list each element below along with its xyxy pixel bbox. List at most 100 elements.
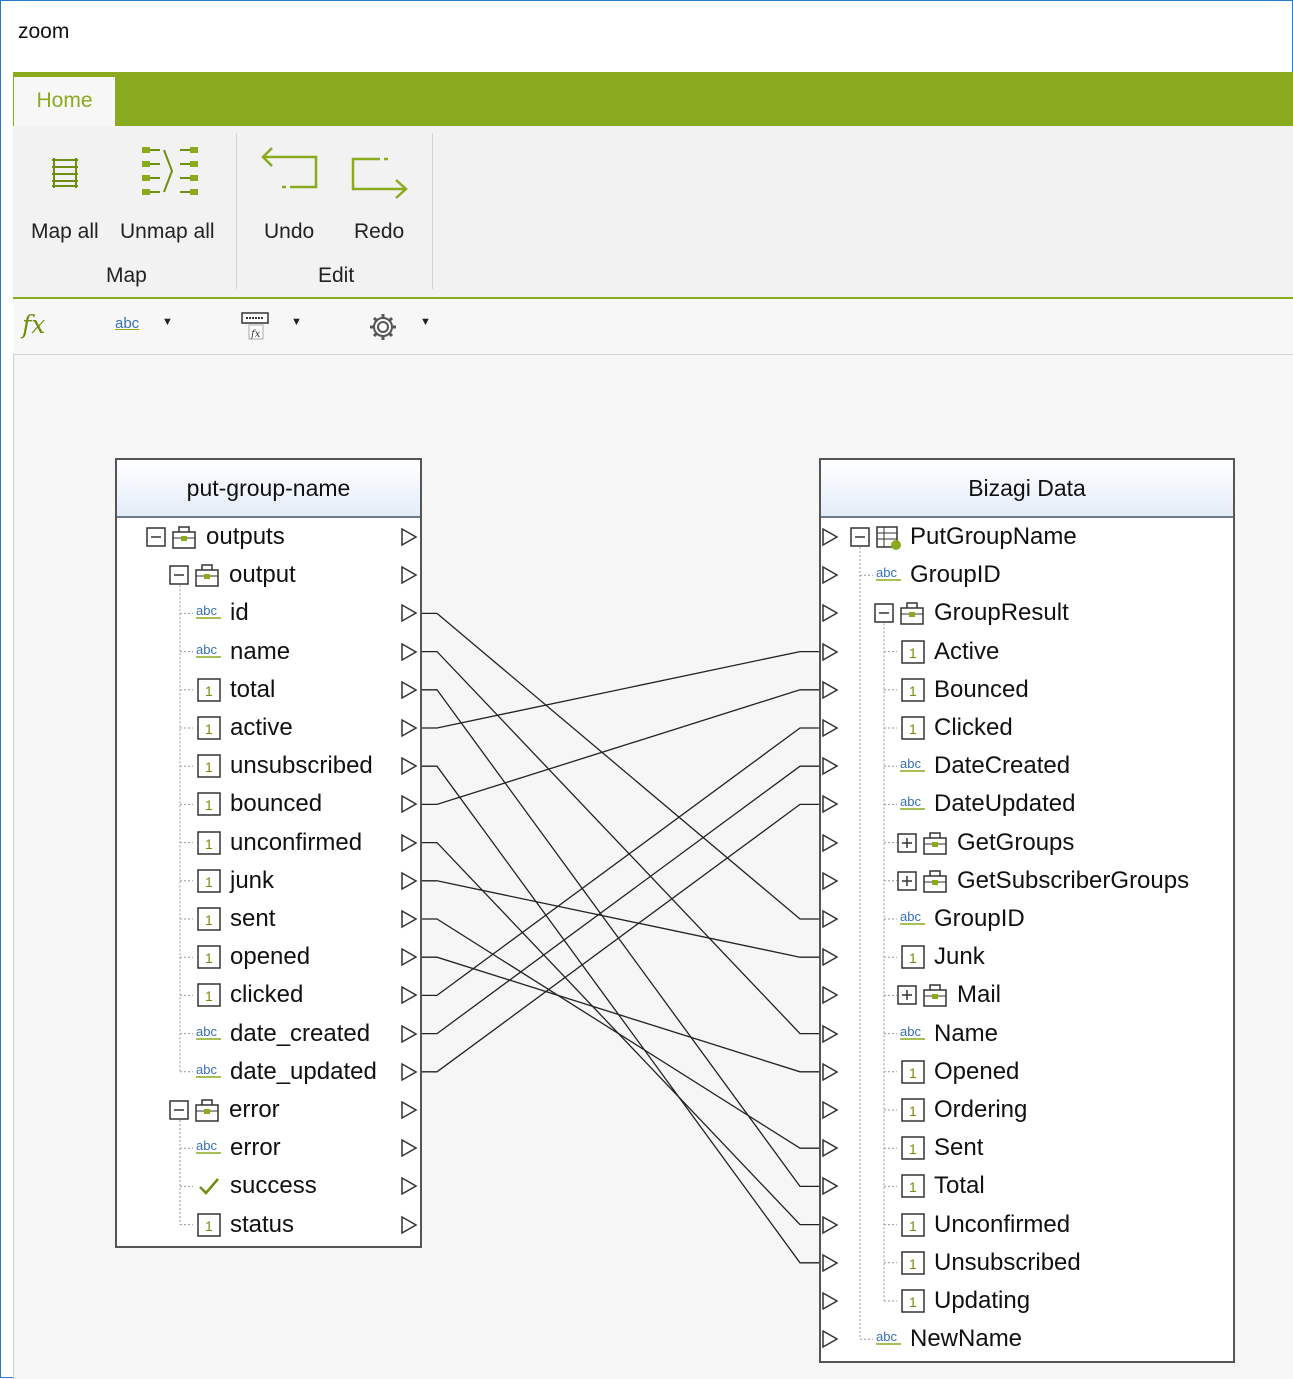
target-port-sent[interactable] <box>821 1138 839 1158</box>
target-node-clicked[interactable]: Clicked <box>934 714 1013 742</box>
target-node-active[interactable]: Active <box>934 638 999 666</box>
source-port-id[interactable] <box>400 603 418 623</box>
svg-text:1: 1 <box>205 988 213 1004</box>
source-port-unconfirmed[interactable] <box>400 833 418 853</box>
svg-text:abc: abc <box>900 756 921 771</box>
target-port-groupid[interactable] <box>821 565 839 585</box>
source-port-date-created[interactable] <box>400 1024 418 1044</box>
target-node-unconfirmed[interactable]: Unconfirmed <box>934 1211 1070 1239</box>
target-port-dateupdated[interactable] <box>821 794 839 814</box>
target-port-unsubscribed[interactable] <box>821 1253 839 1273</box>
source-node-name[interactable]: name <box>230 638 290 666</box>
expand-toggle[interactable] <box>897 871 917 891</box>
collapse-toggle[interactable] <box>874 603 894 624</box>
target-node-datecreated[interactable]: DateCreated <box>934 752 1070 780</box>
svg-text:abc: abc <box>196 1062 217 1077</box>
target-port-ordering[interactable] <box>821 1100 839 1120</box>
target-node-mail[interactable]: Mail <box>957 981 1001 1009</box>
source-node-unsubscribed[interactable]: unsubscribed <box>230 752 373 780</box>
source-port-success[interactable] <box>400 1176 418 1196</box>
source-port-error[interactable] <box>400 1100 418 1120</box>
target-node-updating[interactable]: Updating <box>934 1287 1030 1315</box>
target-node-newname[interactable]: NewName <box>910 1325 1022 1353</box>
target-node-groupresult[interactable]: GroupResult <box>934 599 1069 627</box>
source-node-bounced[interactable]: bounced <box>230 790 322 818</box>
source-port-name[interactable] <box>400 642 418 662</box>
target-port-clicked[interactable] <box>821 718 839 738</box>
target-node-groupid[interactable]: GroupID <box>934 905 1025 933</box>
source-port-status[interactable] <box>400 1215 418 1235</box>
source-port-junk[interactable] <box>400 871 418 891</box>
source-node-date-updated[interactable]: date_updated <box>230 1058 377 1086</box>
source-node-status[interactable]: status <box>230 1211 294 1239</box>
source-node-outputs[interactable]: outputs <box>206 523 285 551</box>
source-port-date-updated[interactable] <box>400 1062 418 1082</box>
expand-toggle[interactable] <box>897 832 917 853</box>
source-port-outputs[interactable] <box>400 527 418 547</box>
source-port-clicked[interactable] <box>400 985 418 1005</box>
target-port-getsubscribergroups[interactable] <box>821 871 839 891</box>
source-port-bounced[interactable] <box>400 794 418 814</box>
target-node-getsubscribergroups[interactable]: GetSubscriberGroups <box>957 867 1189 895</box>
target-port-putgroupname[interactable] <box>821 527 839 547</box>
target-node-putgroupname[interactable]: PutGroupName <box>910 523 1077 551</box>
target-port-opened[interactable] <box>821 1062 839 1082</box>
collapse-toggle[interactable] <box>169 565 189 585</box>
target-node-unsubscribed[interactable]: Unsubscribed <box>934 1249 1081 1277</box>
target-port-unconfirmed[interactable] <box>821 1215 839 1235</box>
target-port-datecreated[interactable] <box>821 756 839 776</box>
source-node-output[interactable]: output <box>229 561 296 589</box>
source-node-opened[interactable]: opened <box>230 943 310 971</box>
target-port-newname[interactable] <box>821 1329 839 1349</box>
collapse-toggle[interactable] <box>169 1100 189 1120</box>
number-type-icon: 1 <box>197 678 221 702</box>
target-node-total[interactable]: Total <box>934 1172 985 1200</box>
source-port-total[interactable] <box>400 680 418 700</box>
source-node-unconfirmed[interactable]: unconfirmed <box>230 829 362 857</box>
collapse-toggle[interactable] <box>146 527 166 547</box>
target-node-opened[interactable]: Opened <box>934 1058 1019 1086</box>
source-node-active[interactable]: active <box>230 714 293 742</box>
source-node-total[interactable]: total <box>230 676 275 704</box>
source-port-unsubscribed[interactable] <box>400 756 418 776</box>
target-port-junk[interactable] <box>821 947 839 967</box>
source-node-error[interactable]: error <box>229 1096 280 1124</box>
target-node-ordering[interactable]: Ordering <box>934 1096 1027 1124</box>
source-port-opened[interactable] <box>400 947 418 967</box>
target-port-bounced[interactable] <box>821 680 839 700</box>
target-node-bounced[interactable]: Bounced <box>934 676 1029 704</box>
target-port-groupresult[interactable] <box>821 603 839 623</box>
target-port-name[interactable] <box>821 1024 839 1044</box>
string-type-icon: abc <box>900 756 925 772</box>
expand-toggle[interactable] <box>897 985 917 1006</box>
target-node-groupid[interactable]: GroupID <box>910 561 1001 589</box>
svg-text:1: 1 <box>205 721 213 737</box>
source-port-error[interactable] <box>400 1138 418 1158</box>
target-port-total[interactable] <box>821 1176 839 1196</box>
target-node-sent[interactable]: Sent <box>934 1134 983 1162</box>
source-node-sent[interactable]: sent <box>230 905 275 933</box>
source-port-output[interactable] <box>400 565 418 585</box>
target-port-mail[interactable] <box>821 985 839 1005</box>
svg-text:1: 1 <box>909 645 917 661</box>
source-node-id[interactable]: id <box>230 599 249 627</box>
source-node-error[interactable]: error <box>230 1134 281 1162</box>
source-node-date-created[interactable]: date_created <box>230 1020 370 1048</box>
source-node-junk[interactable]: junk <box>230 867 274 895</box>
target-node-name[interactable]: Name <box>934 1020 998 1048</box>
target-port-active[interactable] <box>821 642 839 662</box>
target-node-dateupdated[interactable]: DateUpdated <box>934 790 1075 818</box>
svg-text:abc: abc <box>196 1024 217 1039</box>
target-node-getgroups[interactable]: GetGroups <box>957 829 1074 857</box>
collapse-toggle[interactable] <box>850 527 870 547</box>
source-port-active[interactable] <box>400 718 418 738</box>
target-node-junk[interactable]: Junk <box>934 943 985 971</box>
source-node-success[interactable]: success <box>230 1172 317 1200</box>
number-type-icon: 1 <box>197 869 221 893</box>
target-port-groupid[interactable] <box>821 909 839 929</box>
target-port-updating[interactable] <box>821 1291 839 1311</box>
target-port-getgroups[interactable] <box>821 833 839 853</box>
svg-text:1: 1 <box>205 874 213 890</box>
source-node-clicked[interactable]: clicked <box>230 981 303 1009</box>
source-port-sent[interactable] <box>400 909 418 929</box>
